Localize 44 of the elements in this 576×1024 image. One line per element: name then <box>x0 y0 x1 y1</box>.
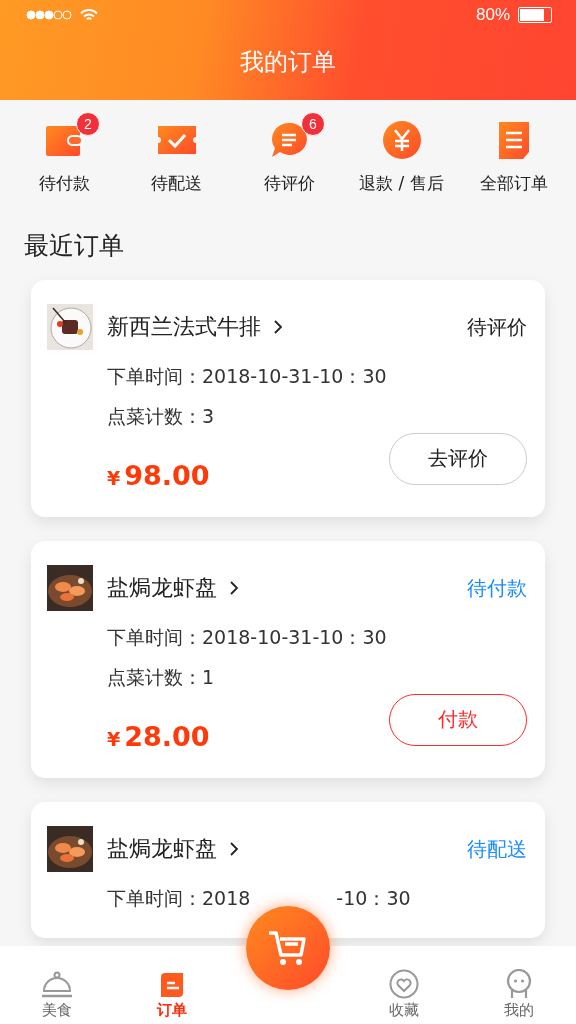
tab-item[interactable]: 我的 <box>478 946 559 1020</box>
battery-icon <box>518 7 552 23</box>
order-time: 下单时间：2018-10-31-10：30 <box>107 625 387 650</box>
chat-icon <box>269 120 309 160</box>
item-count: 点菜计数：3 <box>106 404 216 429</box>
order-time: 下单时间：2018-10-31-10：30 <box>107 364 387 389</box>
order-icon <box>158 971 185 999</box>
ticket-check-icon <box>155 123 198 157</box>
dish-name[interactable]: 新西兰法式牛排 <box>107 312 261 342</box>
order-price: ¥98.00 <box>107 460 210 491</box>
yen-coin-icon <box>381 120 422 160</box>
order-status: 待评价 <box>467 313 527 341</box>
chevron-right-icon[interactable] <box>229 841 239 857</box>
order-status: 待配送 <box>467 835 527 863</box>
order-category[interactable]: 全部订单 <box>462 112 566 195</box>
order-time: 下单时间：2018 <box>107 886 251 911</box>
tab-item[interactable]: 收藏 <box>364 946 445 1020</box>
order-action-button[interactable]: 付款 <box>389 693 527 746</box>
signal-icon <box>26 10 72 20</box>
count-badge: 2 <box>76 112 100 136</box>
user-icon <box>504 969 533 999</box>
wifi-icon <box>80 8 98 22</box>
chevron-right-icon[interactable] <box>229 580 239 596</box>
dish-name[interactable]: 盐焗龙虾盘 <box>107 834 217 864</box>
document-icon <box>497 120 531 160</box>
dish-name[interactable]: 盐焗龙虾盘 <box>107 573 217 603</box>
cart-button[interactable] <box>245 906 330 990</box>
tab-item[interactable]: 美食 <box>17 946 98 1020</box>
order-price: ¥28.00 <box>107 721 210 752</box>
count-badge: 6 <box>301 112 325 136</box>
order-category[interactable]: 2 待付款 <box>12 112 116 195</box>
order-time: -10：30 <box>336 886 411 911</box>
item-count: 点菜计数：1 <box>106 665 216 690</box>
cloche-icon <box>41 971 74 999</box>
page-title: 我的订单 <box>239 47 337 74</box>
battery-percentage: 80% <box>475 5 510 25</box>
chevron-right-icon[interactable] <box>273 319 283 335</box>
order-status: 待付款 <box>467 574 527 602</box>
order-action-button[interactable]: 去评价 <box>389 432 527 485</box>
tab-item[interactable]: 订单 <box>131 946 212 1020</box>
order-category[interactable]: 待配送 <box>124 112 229 195</box>
order-category[interactable]: 6 待评价 <box>237 112 341 195</box>
order-category[interactable]: 退款 / 售后 <box>349 112 454 195</box>
section-title: 最近订单 <box>23 230 125 258</box>
